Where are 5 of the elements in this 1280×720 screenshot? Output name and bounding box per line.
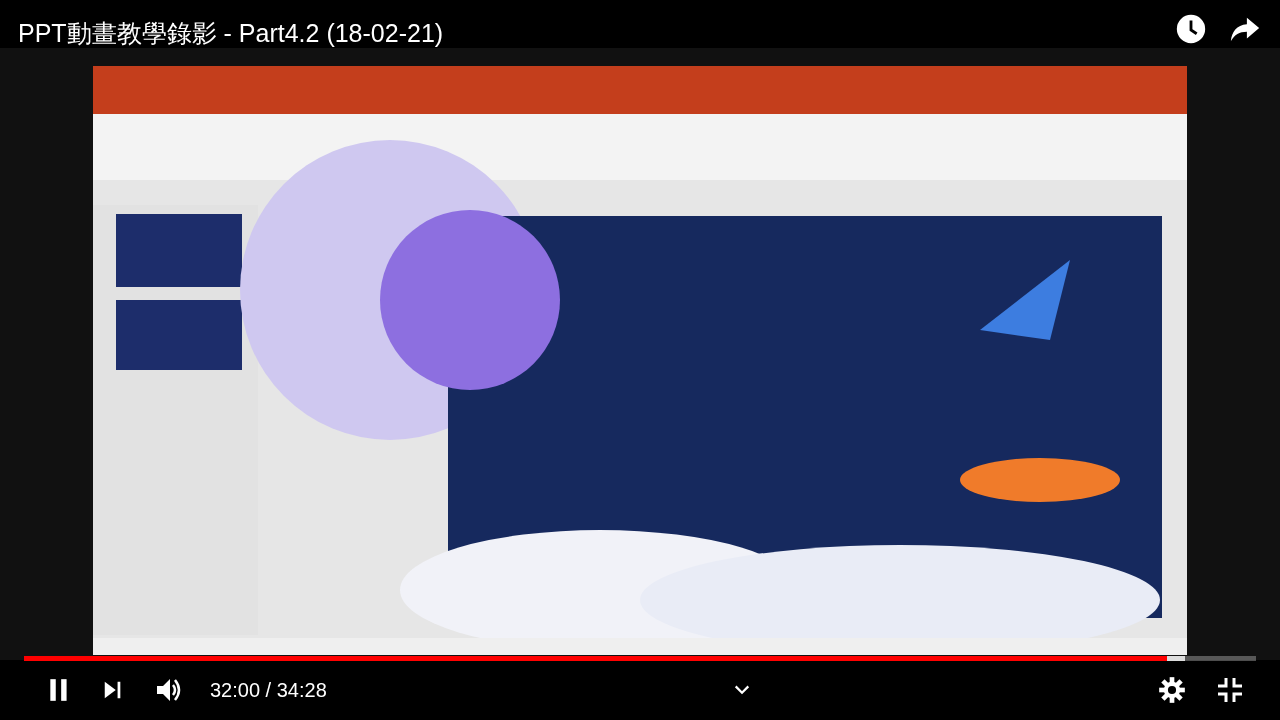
clock-icon[interactable] — [1174, 12, 1208, 46]
exit-fullscreen-icon[interactable] — [1216, 676, 1244, 704]
settings-icon[interactable] — [1158, 676, 1186, 704]
time-display: 32:00 / 34:28 — [210, 678, 327, 702]
video-title: PPT動畫教學錄影 - Part4.2 (18-02-21) — [18, 18, 445, 48]
